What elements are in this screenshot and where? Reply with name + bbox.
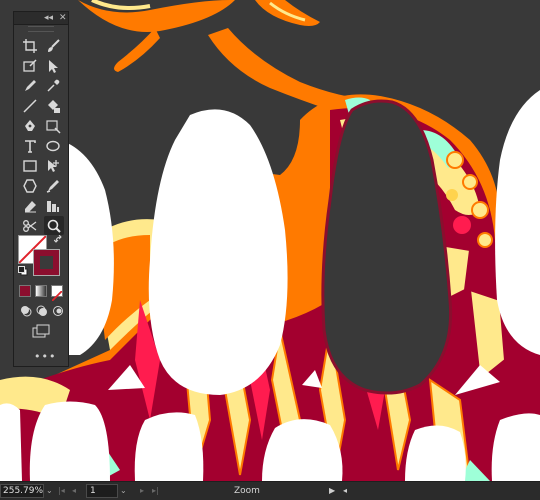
- panel-title-bar[interactable]: ◂◂ ✕: [14, 12, 68, 25]
- first-artboard-button[interactable]: |◂: [58, 484, 65, 498]
- artboard-canvas[interactable]: [0, 0, 540, 481]
- tools-panel[interactable]: ◂◂ ✕ •••: [13, 11, 69, 367]
- stroke-color-swatch[interactable]: [33, 249, 60, 276]
- draw-inside-icon[interactable]: [52, 305, 64, 317]
- pen-tool-icon[interactable]: [21, 118, 39, 134]
- blob-brush-tool-icon[interactable]: [44, 178, 62, 194]
- paintbrush-tool-icon[interactable]: [44, 38, 62, 54]
- screen-mode-icon[interactable]: [32, 324, 50, 338]
- zoom-dropdown-icon[interactable]: ⌄: [46, 484, 53, 498]
- artboard-tool-icon[interactable]: [21, 38, 39, 54]
- draw-normal-icon[interactable]: [20, 305, 32, 317]
- live-paint-bucket-tool-icon[interactable]: [44, 98, 62, 114]
- line-segment-tool-icon[interactable]: [21, 98, 39, 114]
- eyedropper-tool-icon[interactable]: [44, 78, 62, 94]
- symbol-sprayer-tool-icon[interactable]: [21, 58, 39, 74]
- edit-toolbar-button[interactable]: •••: [34, 350, 56, 363]
- previous-artboard-button[interactable]: ◂: [72, 484, 76, 498]
- pencil-tool-icon[interactable]: [21, 78, 39, 94]
- panel-grip[interactable]: [28, 26, 54, 32]
- gradient-mode-icon[interactable]: [35, 285, 47, 297]
- graph-tool-icon[interactable]: [44, 198, 62, 214]
- collapse-panel-button[interactable]: ◂◂: [44, 12, 53, 24]
- default-fill-stroke-icon[interactable]: [18, 266, 28, 276]
- zoom-level-field[interactable]: 255.79%: [0, 484, 44, 498]
- color-mode-icon[interactable]: [19, 285, 31, 297]
- last-artboard-button[interactable]: ▸|: [152, 484, 159, 498]
- none-mode-icon[interactable]: [51, 285, 63, 302]
- width-tool-icon[interactable]: [44, 118, 62, 134]
- shaper-tool-icon[interactable]: [21, 178, 39, 194]
- back-icon[interactable]: ◂: [343, 484, 347, 498]
- status-bar: 255.79% ⌄ |◂ ◂ 1 ⌄ ▸ ▸| Zoom ▶ ◂: [0, 481, 540, 500]
- artboard-number-field[interactable]: 1: [86, 484, 118, 498]
- rectangle-tool-icon[interactable]: [21, 158, 39, 174]
- eraser-tool-icon[interactable]: [21, 198, 39, 214]
- zoom-tool-icon[interactable]: [44, 216, 64, 235]
- next-artboard-button[interactable]: ▸: [140, 484, 144, 498]
- scissors-tool-icon[interactable]: [21, 218, 39, 234]
- selection-tool-icon[interactable]: [44, 58, 62, 74]
- anchor-point-tool-icon[interactable]: [44, 158, 62, 174]
- swap-fill-stroke-icon[interactable]: [54, 235, 64, 245]
- type-tool-icon[interactable]: [21, 138, 39, 154]
- status-text: Zoom: [234, 486, 260, 496]
- draw-behind-icon[interactable]: [36, 305, 48, 317]
- ellipse-tool-icon[interactable]: [44, 138, 62, 154]
- close-panel-button[interactable]: ✕: [59, 12, 67, 24]
- artboard-dropdown-icon[interactable]: ⌄: [120, 484, 127, 498]
- play-icon[interactable]: ▶: [329, 484, 335, 498]
